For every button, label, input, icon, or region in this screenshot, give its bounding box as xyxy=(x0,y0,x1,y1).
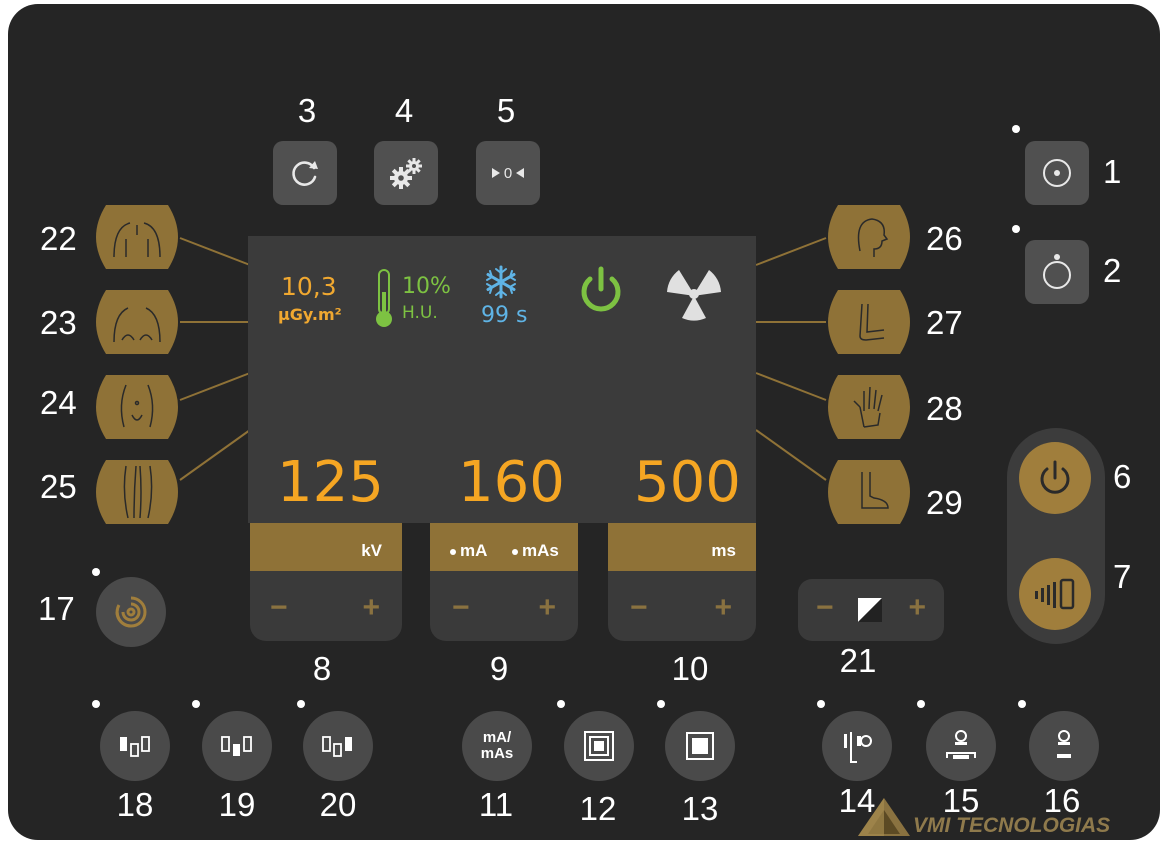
callout-20: 20 xyxy=(319,786,357,823)
callout-13: 13 xyxy=(681,790,719,827)
wall-stand-button[interactable] xyxy=(822,711,892,781)
table-bucky-button[interactable] xyxy=(926,711,996,781)
contrast-plus-button[interactable]: + xyxy=(908,593,926,623)
contrast-minus-button[interactable]: − xyxy=(816,593,834,623)
callout-15: 15 xyxy=(942,782,980,819)
kv-plus-button[interactable]: + xyxy=(362,593,380,623)
head-preset-button[interactable] xyxy=(824,205,914,269)
callout-24: 24 xyxy=(40,384,77,421)
indicator-led-15 xyxy=(917,700,925,708)
wall-stand-icon xyxy=(844,732,872,763)
mas-label: mAs xyxy=(522,541,559,560)
elbow-preset-button[interactable] xyxy=(824,290,914,354)
heat-unit: H.U. xyxy=(402,303,438,323)
kv-minus-button[interactable]: − xyxy=(270,593,288,623)
callout-29: 29 xyxy=(926,484,963,521)
shoulder-preset-button[interactable] xyxy=(92,205,182,269)
callout-21: 21 xyxy=(839,642,877,679)
indicator-led-17 xyxy=(92,568,100,576)
ma-control: mA mAs − + xyxy=(430,523,578,641)
callout-26: 26 xyxy=(926,220,963,257)
callout-28: 28 xyxy=(926,390,963,427)
small-field-button[interactable] xyxy=(665,711,735,781)
ma-mas-line2: mAs xyxy=(480,745,514,762)
large-field-icon xyxy=(584,731,614,761)
hand-preset-button[interactable] xyxy=(824,375,914,439)
table-bucky-icon xyxy=(946,730,976,759)
callout-6: 6 xyxy=(1113,458,1132,495)
brand-logo xyxy=(858,798,910,836)
free-detector-button[interactable] xyxy=(1029,711,1099,781)
kv-label: kV xyxy=(361,541,382,560)
chest-preset-button[interactable] xyxy=(92,290,182,354)
detector-center-button[interactable] xyxy=(202,711,272,781)
kv-control: kV − + xyxy=(250,523,402,641)
callout-11: 11 xyxy=(478,786,514,823)
callout-16: 16 xyxy=(1043,782,1081,819)
power-button[interactable] xyxy=(1019,442,1091,514)
callout-22: 22 xyxy=(40,220,77,257)
cooling-time: 99 s xyxy=(481,303,528,328)
spiral-icon xyxy=(115,596,147,628)
legs-preset-button[interactable] xyxy=(92,460,182,524)
indicator-led-18 xyxy=(92,700,100,708)
indicator-led-20 xyxy=(297,700,305,708)
callout-9: 9 xyxy=(489,650,509,687)
kv-value: 125 xyxy=(277,450,384,515)
radiation-icon xyxy=(667,270,721,321)
spiral-button[interactable] xyxy=(96,577,166,647)
exposure-button[interactable] xyxy=(1019,558,1091,630)
callout-27: 27 xyxy=(926,304,963,341)
callout-25: 25 xyxy=(40,468,77,505)
power-status-icon xyxy=(581,266,621,312)
ma-plus-button[interactable]: + xyxy=(538,593,556,623)
detector-right-button[interactable] xyxy=(303,711,373,781)
ma-mas-toggle-button[interactable]: mA/ mAs xyxy=(462,711,532,781)
indicator-led-12 xyxy=(557,700,565,708)
ms-control: ms − + xyxy=(608,523,756,641)
exposure-icon xyxy=(1035,578,1075,610)
detector-right-icon xyxy=(322,736,352,757)
ma-value: 160 xyxy=(458,450,565,515)
dose-unit: µGy.m² xyxy=(278,305,342,324)
callout-10: 10 xyxy=(671,650,709,687)
callout-7: 7 xyxy=(1113,558,1132,595)
callout-12: 12 xyxy=(579,790,617,827)
foot-preset-button[interactable] xyxy=(824,460,914,524)
indicator-led-19 xyxy=(192,700,200,708)
callout-17: 17 xyxy=(38,590,75,627)
heat-value: 10% xyxy=(402,274,451,299)
detector-left-button[interactable] xyxy=(100,711,170,781)
ma-mas-line1: mA/ xyxy=(482,728,512,746)
free-detector-icon xyxy=(1057,730,1071,758)
callout-23: 23 xyxy=(40,304,77,341)
contrast-icon xyxy=(858,598,882,622)
small-field-icon xyxy=(686,732,714,760)
brand-name: VMI TECNOLOGIAS xyxy=(913,814,1111,837)
ma-indicator xyxy=(450,549,456,555)
detector-left-icon xyxy=(120,736,150,757)
callout-19: 19 xyxy=(218,786,256,823)
contrast-control: − + xyxy=(798,579,944,641)
power-icon xyxy=(1040,460,1070,494)
indicator-led-13 xyxy=(657,700,665,708)
ms-plus-button[interactable]: + xyxy=(714,593,732,623)
callout-18: 18 xyxy=(116,786,154,823)
snowflake-icon xyxy=(486,265,516,299)
mas-indicator xyxy=(512,549,518,555)
detector-center-icon xyxy=(221,736,252,756)
indicator-led-16 xyxy=(1018,700,1026,708)
ma-label: mA xyxy=(460,541,488,560)
ms-value: 500 xyxy=(634,450,741,515)
ms-minus-button[interactable]: − xyxy=(630,593,648,623)
thermometer-icon xyxy=(376,269,392,327)
ma-minus-button[interactable]: − xyxy=(452,593,470,623)
indicator-led-14 xyxy=(817,700,825,708)
large-field-button[interactable] xyxy=(564,711,634,781)
dose-value: 10,3 xyxy=(281,272,337,301)
abdomen-preset-button[interactable] xyxy=(92,375,182,439)
callout-8: 8 xyxy=(312,650,332,687)
ms-label: ms xyxy=(711,541,736,560)
